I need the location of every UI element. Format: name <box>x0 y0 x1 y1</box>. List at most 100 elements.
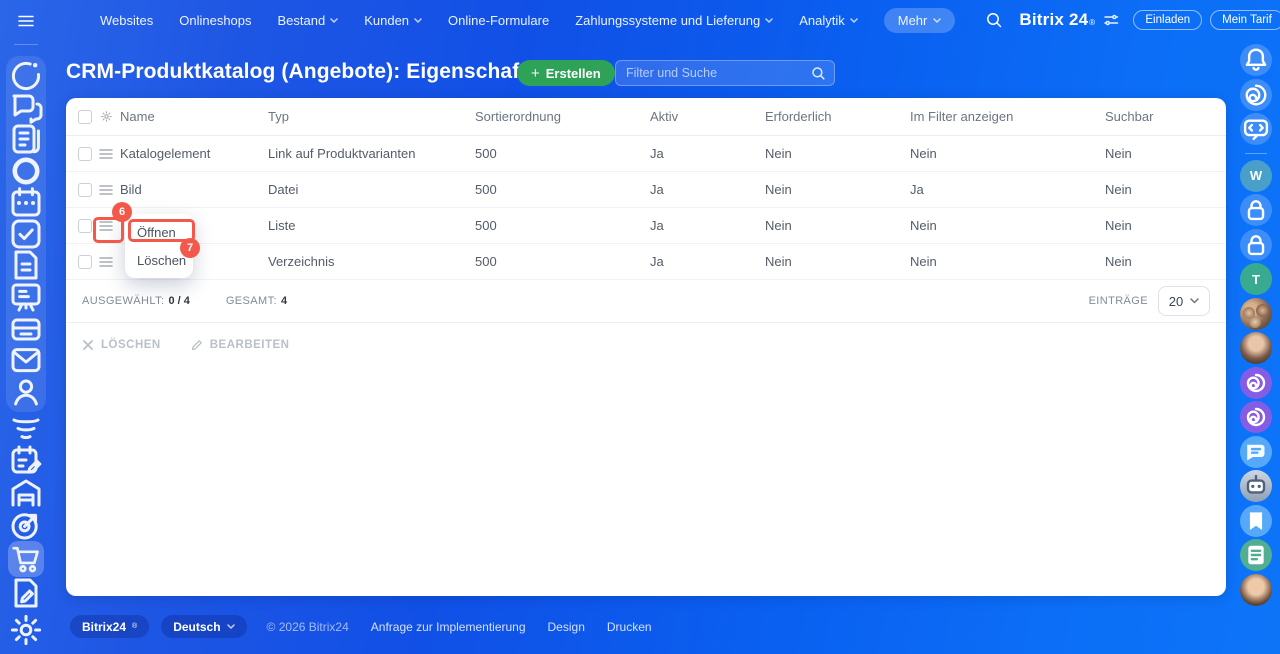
menu-hamburger-icon[interactable] <box>16 11 36 31</box>
bot-avatar[interactable] <box>1240 470 1272 502</box>
cell-typ: Verzeichnis <box>268 254 335 269</box>
rail-divider <box>1245 152 1267 154</box>
chevron-down-icon <box>226 624 235 629</box>
copilot-spiral-icon[interactable] <box>1240 78 1272 111</box>
page-footer: Bitrix24 ® Deutsch © 2026 Bitrix24 Anfrag… <box>70 615 652 638</box>
cell-im-filter: Ja <box>910 182 924 197</box>
footer-link-print[interactable]: Drucken <box>607 620 652 634</box>
plus-icon: + <box>531 64 540 82</box>
my-plan-button[interactable]: Mein Tarif <box>1210 10 1280 30</box>
marketing-icon[interactable] <box>6 509 46 541</box>
footer-brand-pill[interactable]: Bitrix24 ® <box>70 615 150 638</box>
row-menu-icon[interactable] <box>97 145 115 163</box>
copilot-chat-icon[interactable] <box>1240 366 1272 399</box>
selected-value: 0 / 4 <box>168 295 190 307</box>
sign-icon[interactable] <box>6 577 46 609</box>
saved-bookmark-icon[interactable] <box>1240 504 1272 537</box>
annotation-badge-7: 7 <box>180 238 200 258</box>
cell-erforderlich: Nein <box>765 182 792 197</box>
messenger-icon[interactable] <box>1240 113 1272 145</box>
group-chat-avatar[interactable] <box>1240 297 1272 330</box>
chevron-down-icon <box>933 17 942 23</box>
edit-action-button[interactable]: BEARBEITEN <box>191 339 290 351</box>
table-row[interactable]: Bild Datei 500 Ja Nein Ja Nein <box>66 172 1226 208</box>
row-menu-icon[interactable] <box>97 181 115 199</box>
column-header-aktiv[interactable]: Aktiv <box>650 109 765 124</box>
row-menu-icon[interactable] <box>97 217 115 235</box>
nav-bestand[interactable]: Bestand <box>278 13 339 28</box>
tariff-sliders-icon[interactable] <box>1103 12 1119 28</box>
cart-icon <box>12 546 39 573</box>
row-checkbox[interactable] <box>78 182 92 197</box>
search-icon[interactable] <box>811 66 826 81</box>
cell-sortierordnung: 500 <box>475 146 497 161</box>
user-chat-avatar[interactable] <box>1240 332 1272 364</box>
notifications-bell-icon[interactable] <box>1240 44 1272 76</box>
table-row[interactable]: Verzeichnis 500 Ja Nein Nein Nein <box>66 244 1226 280</box>
chevron-down-icon <box>414 17 422 23</box>
sidebar-lower-group <box>6 413 46 609</box>
nav-more-button[interactable]: Mehr <box>883 7 956 33</box>
page-size-select[interactable]: 20 <box>1158 286 1210 316</box>
locked-chat-icon[interactable] <box>1240 228 1272 261</box>
row-menu-icon[interactable] <box>97 253 115 271</box>
row-checkbox[interactable] <box>78 218 92 233</box>
delete-action-button[interactable]: LÖSCHEN <box>82 339 161 351</box>
filter-search-box[interactable] <box>615 60 835 86</box>
cell-erforderlich: Nein <box>765 218 792 233</box>
column-header-erforderlich[interactable]: Erforderlich <box>765 109 910 124</box>
nav-kunden[interactable]: Kunden <box>364 13 422 28</box>
properties-grid: Name Typ Sortierordnung Aktiv Erforderli… <box>66 98 1226 596</box>
column-header-typ[interactable]: Typ <box>268 109 475 124</box>
nav-onlineshops[interactable]: Onlineshops <box>179 13 251 28</box>
settings-gear-icon[interactable] <box>6 614 46 646</box>
footer-link-design[interactable]: Design <box>548 620 585 634</box>
chevron-down-icon <box>765 17 773 23</box>
copilot-chat-icon[interactable] <box>1240 401 1272 433</box>
create-button[interactable]: + Erstellen <box>517 60 615 86</box>
active-highlight <box>8 541 44 577</box>
chevron-down-icon <box>1190 298 1199 304</box>
grid-footer: AUSGEWÄHLT: 0 / 4 GESAMT: 4 EINTRÄGE 20 <box>66 280 1226 322</box>
grid-settings-gear-icon[interactable] <box>99 109 114 124</box>
row-checkbox[interactable] <box>78 146 92 161</box>
top-navigation: Websites Onlineshops Bestand Kunden Onli… <box>52 0 1280 40</box>
bitrix24-logo[interactable]: Bitrix 24 ® <box>1019 10 1095 30</box>
sidebar-divider <box>14 44 38 45</box>
nav-online-formulare[interactable]: Online-Formulare <box>448 13 549 28</box>
column-header-suchbar[interactable]: Suchbar <box>1105 109 1226 124</box>
cell-suchbar: Nein <box>1105 146 1132 161</box>
cell-erforderlich: Nein <box>765 254 792 269</box>
shop-item-active[interactable] <box>6 541 46 577</box>
search-icon[interactable] <box>985 11 1003 29</box>
footer-link-implementation[interactable]: Anfrage zur Implementierung <box>371 620 526 634</box>
nav-zahlungssysteme[interactable]: Zahlungssysteme und Lieferung <box>575 13 773 28</box>
cell-aktiv: Ja <box>650 254 664 269</box>
row-checkbox[interactable] <box>78 254 92 269</box>
cell-suchbar: Nein <box>1105 218 1132 233</box>
chat-avatar-t[interactable]: T <box>1240 263 1272 295</box>
cell-suchbar: Nein <box>1105 254 1132 269</box>
column-header-sortierordnung[interactable]: Sortierordnung <box>475 109 650 124</box>
cell-erforderlich: Nein <box>765 146 792 161</box>
pencil-icon <box>191 339 202 350</box>
grid-actions-bar: LÖSCHEN BEARBEITEN <box>66 322 1226 366</box>
nav-websites[interactable]: Websites <box>100 13 153 28</box>
invite-button[interactable]: Einladen <box>1133 10 1203 30</box>
column-header-name[interactable]: Name <box>120 109 268 124</box>
channel-chat-icon[interactable] <box>1240 435 1272 468</box>
footer-language-select[interactable]: Deutsch <box>161 615 247 638</box>
total-label: GESAMT: <box>225 295 277 307</box>
table-row[interactable]: Katalogelement Link auf Produktvarianten… <box>66 136 1226 172</box>
notes-doc-icon[interactable] <box>1240 539 1272 571</box>
chat-avatar-w[interactable]: W <box>1240 159 1272 192</box>
column-header-im-filter[interactable]: Im Filter anzeigen <box>910 109 1105 124</box>
user-chat-avatar[interactable] <box>1240 573 1272 606</box>
locked-chat-icon[interactable] <box>1240 194 1272 226</box>
contacts-icon[interactable] <box>6 376 46 408</box>
cell-typ: Datei <box>268 182 299 197</box>
select-all-checkbox[interactable] <box>78 109 92 124</box>
filter-search-input[interactable] <box>626 66 811 80</box>
table-row[interactable]: Liste 500 Ja Nein Nein Nein <box>66 208 1226 244</box>
nav-analytik[interactable]: Analytik <box>799 13 858 28</box>
